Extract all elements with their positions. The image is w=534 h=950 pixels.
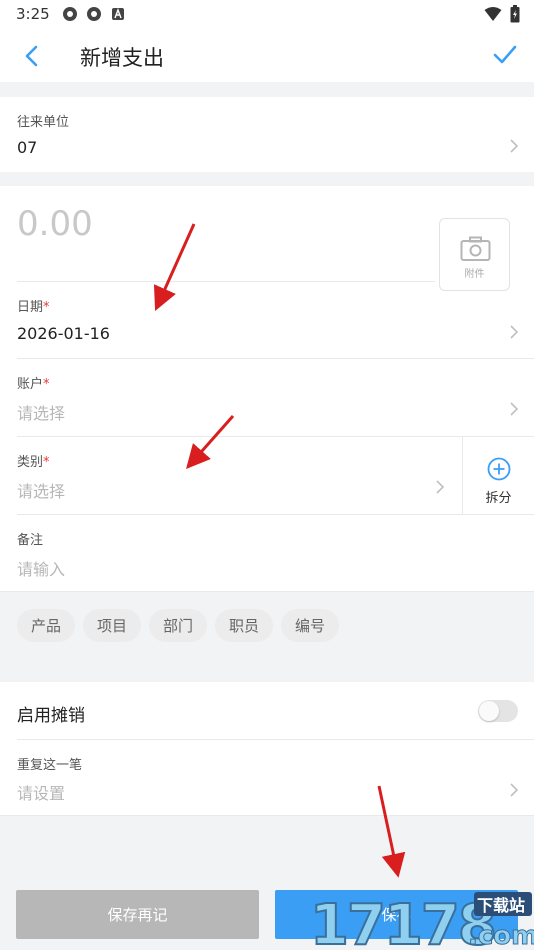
tag-chip-project[interactable]: 项目 <box>83 609 141 642</box>
status-time: 3:25 <box>16 5 50 23</box>
chevron-right-icon <box>510 325 519 339</box>
battery-icon <box>510 5 520 23</box>
category-placeholder: 请选择 <box>17 482 66 501</box>
date-row[interactable]: 日期* 2026-01-16 <box>0 283 534 358</box>
repeat-row[interactable]: 重复这一笔 请设置 <box>0 740 534 816</box>
confirm-check-icon[interactable] <box>492 42 518 68</box>
chevron-right-icon <box>510 139 519 153</box>
divider <box>0 591 534 592</box>
wifi-icon <box>484 7 502 21</box>
status-bar: 3:25 <box>0 0 534 28</box>
page-title: 新增支出 <box>80 46 164 70</box>
aperture-icon <box>62 7 77 21</box>
amount-input[interactable]: 0.00 <box>17 204 93 244</box>
date-label: 日期* <box>17 300 50 315</box>
required-mark: * <box>43 300 50 315</box>
partner-card[interactable]: 往来单位 07 <box>0 97 534 172</box>
required-mark: * <box>43 455 50 470</box>
category-label: 类别* <box>17 455 50 470</box>
app-a-icon <box>111 8 124 20</box>
amortize-toggle[interactable] <box>478 700 518 722</box>
watermark-domain-text: .com <box>468 921 534 950</box>
tag-chip-number[interactable]: 编号 <box>281 609 339 642</box>
chevron-right-icon <box>510 783 519 797</box>
tag-chip-product[interactable]: 产品 <box>17 609 75 642</box>
chevron-right-icon <box>510 402 519 416</box>
watermark-site-text: 下载站 <box>477 896 525 915</box>
tag-chip-department[interactable]: 部门 <box>149 609 207 642</box>
partner-label: 往来单位 <box>17 115 70 130</box>
remark-input[interactable]: 请输入 <box>17 556 65 580</box>
amortize-label: 启用摊销 <box>17 706 85 726</box>
repeat-placeholder: 请设置 <box>17 784 66 803</box>
repeat-label: 重复这一笔 <box>17 758 83 773</box>
partner-value: 07 <box>17 138 38 157</box>
plus-circle-icon <box>487 457 511 481</box>
date-value: 2026-01-16 <box>17 324 110 343</box>
required-mark: * <box>43 377 50 392</box>
category-row[interactable]: 类别* 请选择 <box>0 437 462 514</box>
chevron-right-icon <box>436 480 445 494</box>
attachment-button[interactable]: 附件 <box>439 218 510 291</box>
account-label: 账户* <box>17 377 50 392</box>
amount-underline <box>17 281 435 282</box>
divider <box>0 815 534 816</box>
remark-row[interactable]: 备注 请输入 <box>0 515 534 592</box>
save-and-new-button[interactable]: 保存再记 <box>16 890 259 939</box>
account-row[interactable]: 账户* 请选择 <box>0 359 534 436</box>
status-right <box>484 5 520 23</box>
split-button[interactable]: 拆分 <box>462 437 534 514</box>
toggle-knob <box>479 701 499 721</box>
account-placeholder: 请选择 <box>17 404 66 423</box>
tag-chip-staff[interactable]: 职员 <box>215 609 273 642</box>
nav-bar: 新增支出 <box>0 28 534 82</box>
back-arrow-icon[interactable] <box>18 42 46 70</box>
aperture-icon <box>86 7 101 21</box>
attachment-label: 附件 <box>464 269 485 280</box>
camera-icon <box>460 236 491 261</box>
amortize-row[interactable]: 启用摊销 <box>0 682 534 740</box>
site-watermark: 17178 下载站 .com <box>309 892 534 950</box>
split-label: 拆分 <box>485 491 512 506</box>
remark-label: 备注 <box>17 533 44 548</box>
